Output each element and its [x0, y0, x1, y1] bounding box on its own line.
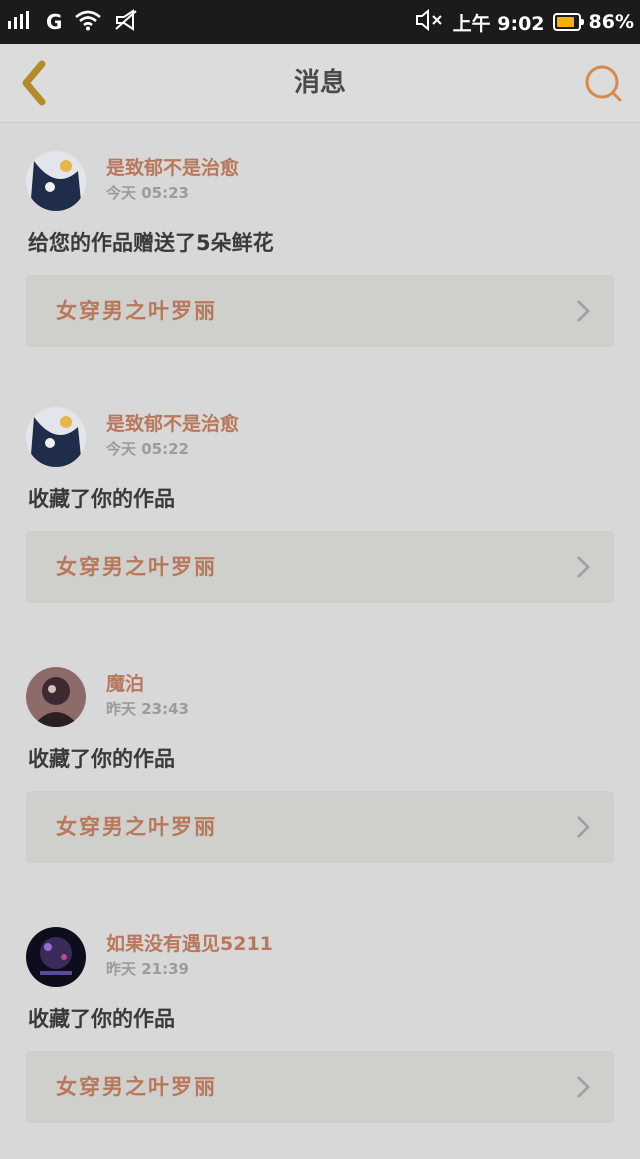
- work-link[interactable]: 女穿男之叶罗丽: [26, 791, 614, 863]
- username[interactable]: 是致郁不是治愈: [106, 409, 239, 436]
- message-time: 昨天 21:39: [106, 960, 189, 978]
- wifi-icon: [74, 9, 102, 35]
- work-link[interactable]: 女穿男之叶罗丽: [26, 1051, 614, 1123]
- username[interactable]: 魔泊: [106, 669, 144, 696]
- battery-icon: [552, 13, 584, 31]
- work-title: 女穿男之叶罗丽: [56, 299, 217, 323]
- message-time: 今天 05:23: [106, 184, 189, 202]
- work-title: 女穿男之叶罗丽: [56, 555, 217, 579]
- battery-percent: 86%: [588, 11, 634, 33]
- message-time: 今天 05:22: [106, 440, 189, 458]
- chevron-right-icon: [577, 300, 590, 322]
- message-item: 如果没有遇见5211 昨天 21:39 收藏了你的作品 女穿男之叶罗丽: [0, 899, 640, 1141]
- page-title: 消息: [293, 68, 346, 98]
- work-link[interactable]: 女穿男之叶罗丽: [26, 275, 614, 347]
- status-time: 上午 9:02: [452, 12, 545, 35]
- avatar[interactable]: [26, 927, 86, 987]
- message-list: 是致郁不是治愈 今天 05:23 给您的作品赠送了5朵鲜花 女穿男之叶罗丽 是致…: [0, 123, 640, 1159]
- status-bar: G 上午 9:02 86%: [0, 0, 640, 44]
- carrier-label: G: [46, 10, 63, 34]
- notification-icon: [114, 9, 138, 35]
- message-item: 是致郁不是治愈 今天 05:22 收藏了你的作品 女穿男之叶罗丽: [0, 379, 640, 621]
- avatar[interactable]: [26, 407, 86, 467]
- username[interactable]: 是致郁不是治愈: [106, 153, 239, 180]
- message-text: 收藏了你的作品: [28, 1007, 175, 1031]
- work-link[interactable]: 女穿男之叶罗丽: [26, 531, 614, 603]
- work-title: 女穿男之叶罗丽: [56, 815, 217, 839]
- message-item: 魔泊 昨天 23:43 收藏了你的作品 女穿男之叶罗丽: [0, 639, 640, 881]
- username[interactable]: 如果没有遇见5211: [106, 929, 273, 956]
- search-icon: [585, 65, 622, 102]
- chevron-right-icon: [577, 1076, 590, 1098]
- mute-icon: [415, 8, 445, 36]
- chevron-right-icon: [577, 556, 590, 578]
- search-button[interactable]: [582, 62, 626, 106]
- message-item: 是致郁不是治愈 今天 05:23 给您的作品赠送了5朵鲜花 女穿男之叶罗丽: [0, 123, 640, 361]
- signal-icon: [8, 11, 34, 33]
- message-text: 给您的作品赠送了5朵鲜花: [28, 231, 274, 255]
- avatar[interactable]: [26, 151, 86, 211]
- header-bar: 消息: [0, 44, 640, 123]
- chevron-right-icon: [577, 816, 590, 838]
- message-time: 昨天 23:43: [106, 700, 189, 718]
- avatar[interactable]: [26, 667, 86, 727]
- message-text: 收藏了你的作品: [28, 747, 175, 771]
- work-title: 女穿男之叶罗丽: [56, 1075, 217, 1099]
- message-text: 收藏了你的作品: [28, 487, 175, 511]
